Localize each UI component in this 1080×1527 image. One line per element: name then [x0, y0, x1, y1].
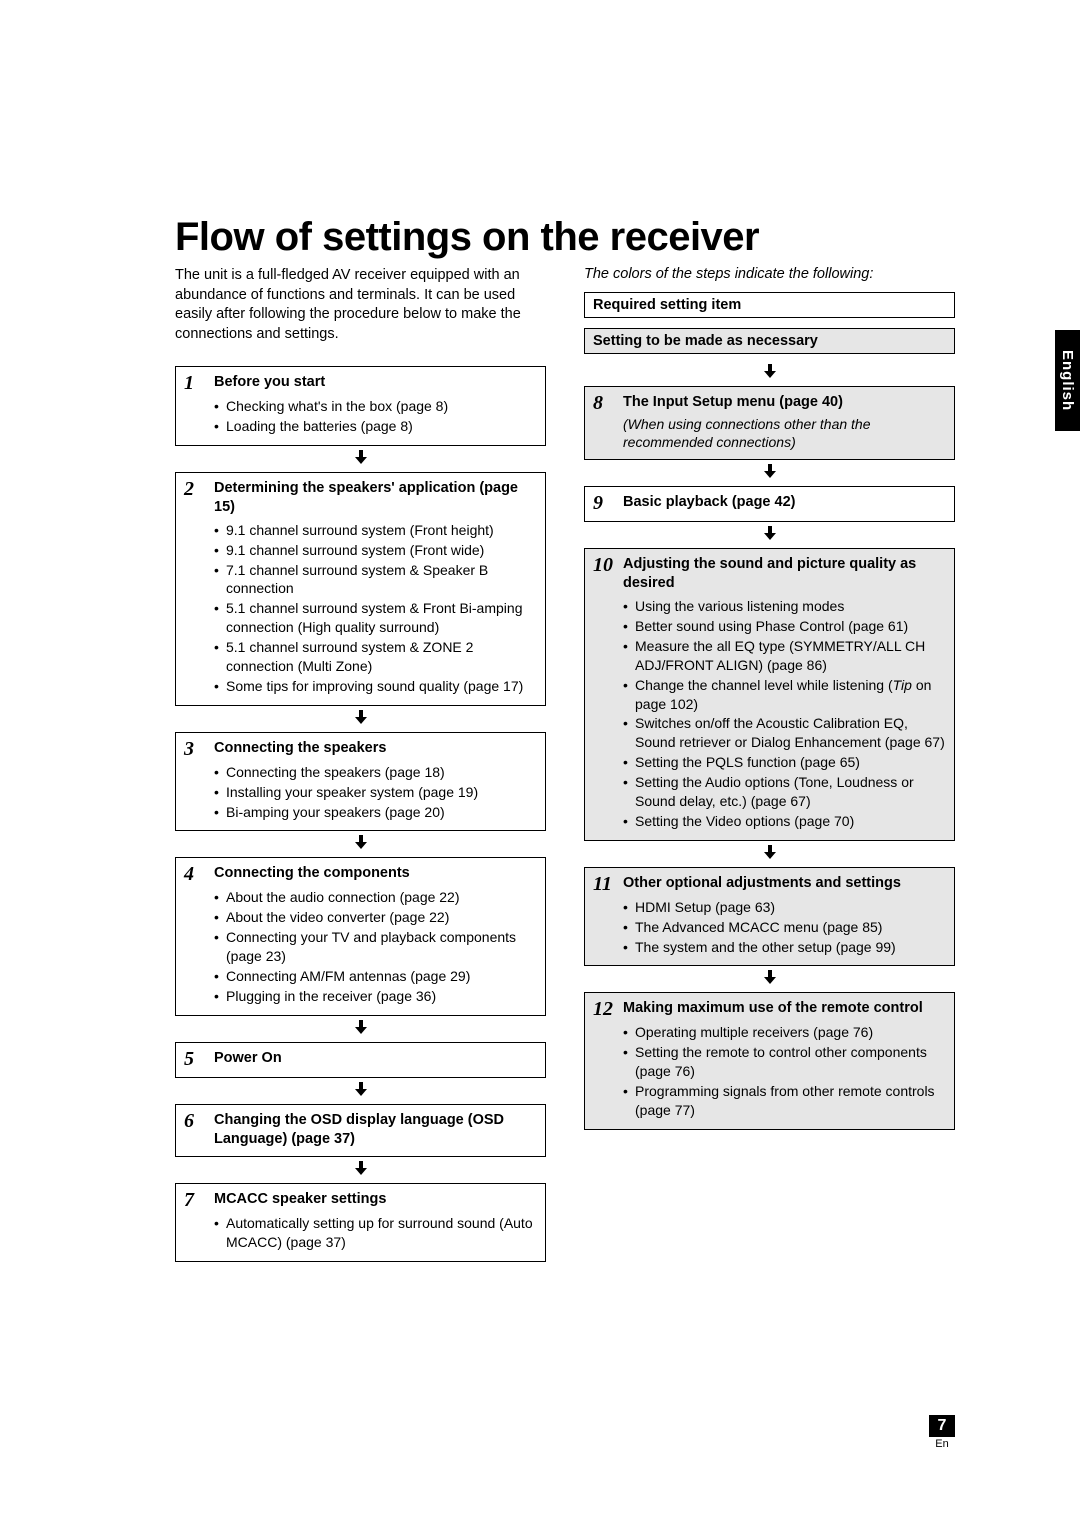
- list-item: Automatically setting up for surround so…: [214, 1214, 537, 1252]
- list-item: HDMI Setup (page 63): [623, 898, 946, 917]
- step-number: 6: [184, 1111, 204, 1131]
- list-item: Bi-amping your speakers (page 20): [214, 803, 537, 822]
- arrow-down-icon: [584, 526, 955, 544]
- step-number: 11: [593, 874, 613, 894]
- list-item: Using the various listening modes: [623, 597, 946, 616]
- list-item: Setting the Audio options (Tone, Loudnes…: [623, 773, 946, 811]
- list-item: Plugging in the receiver (page 36): [214, 987, 537, 1006]
- list-item: Setting the PQLS function (page 65): [623, 753, 946, 772]
- page-language-abbrev: En: [929, 1438, 955, 1450]
- arrow-down-icon: [175, 1082, 546, 1100]
- list-item: Some tips for improving sound quality (p…: [214, 677, 537, 696]
- list-item: Operating multiple receivers (page 76): [623, 1023, 946, 1042]
- step-11: 11 Other optional adjustments and setting…: [584, 867, 955, 967]
- step-note: (When using connections other than the r…: [623, 415, 946, 451]
- left-column: The unit is a full-fledged AV receiver e…: [175, 266, 546, 1262]
- page-number-box: 7 En: [929, 1415, 955, 1450]
- list-item: Better sound using Phase Control (page 6…: [623, 617, 946, 636]
- arrow-down-icon: [584, 970, 955, 988]
- list-item: Loading the batteries (page 8): [214, 417, 537, 436]
- step-title: Power On: [214, 1049, 282, 1068]
- step-bullets: About the audio connection (page 22)Abou…: [214, 888, 537, 1005]
- list-item: Installing your speaker system (page 19): [214, 783, 537, 802]
- step-title: The Input Setup menu (page 40): [623, 393, 843, 412]
- step-title: Connecting the speakers: [214, 739, 386, 758]
- step-bullets: Using the various listening modesBetter …: [623, 597, 946, 831]
- list-item: Connecting AM/FM antennas (page 29): [214, 967, 537, 986]
- arrow-down-icon: [175, 835, 546, 853]
- arrow-down-icon: [175, 1020, 546, 1038]
- step-number: 3: [184, 739, 204, 759]
- list-item: Setting the remote to control other comp…: [623, 1043, 946, 1081]
- list-item: 9.1 channel surround system (Front wide): [214, 541, 537, 560]
- list-item: Checking what's in the box (page 8): [214, 397, 537, 416]
- step-bullets: Connecting the speakers (page 18)Install…: [214, 763, 537, 822]
- list-item: 7.1 channel surround system & Speaker B …: [214, 561, 537, 599]
- list-item: 5.1 channel surround system & ZONE 2 con…: [214, 638, 537, 676]
- step-title: Adjusting the sound and picture quality …: [623, 555, 946, 593]
- list-item: Switches on/off the Acoustic Calibration…: [623, 714, 946, 752]
- step-number: 9: [593, 493, 613, 513]
- step-title: Changing the OSD display language (OSD L…: [214, 1111, 537, 1149]
- step-bullets: Checking what's in the box (page 8)Loadi…: [214, 397, 537, 436]
- step-8: 8 The Input Setup menu (page 40) (When usi…: [584, 386, 955, 460]
- step-number: 8: [593, 393, 613, 413]
- step-3: 3 Connecting the speakers Connecting the s…: [175, 732, 546, 832]
- step-title: Other optional adjustments and settings: [623, 874, 901, 893]
- step-number: 7: [184, 1190, 204, 1210]
- step-6: 6 Changing the OSD display language (OSD …: [175, 1104, 546, 1158]
- legend-optional: Setting to be made as necessary: [584, 328, 955, 354]
- list-item: About the video converter (page 22): [214, 908, 537, 927]
- list-item: Change the channel level while listening…: [623, 676, 946, 714]
- list-item: The system and the other setup (page 99): [623, 938, 946, 957]
- step-2: 2 Determining the speakers' application (…: [175, 472, 546, 706]
- step-9: 9 Basic playback (page 42): [584, 486, 955, 522]
- step-title: MCACC speaker settings: [214, 1190, 386, 1209]
- step-number: 4: [184, 864, 204, 884]
- step-number: 2: [184, 479, 204, 499]
- arrow-down-icon: [175, 1161, 546, 1179]
- list-item: The Advanced MCACC menu (page 85): [623, 918, 946, 937]
- list-item: Measure the all EQ type (SYMMETRY/ALL CH…: [623, 637, 946, 675]
- step-number: 5: [184, 1049, 204, 1069]
- step-number: 1: [184, 373, 204, 393]
- list-item: 5.1 channel surround system & Front Bi-a…: [214, 599, 537, 637]
- step-number: 12: [593, 999, 613, 1019]
- arrow-down-icon: [584, 845, 955, 863]
- list-item: Programming signals from other remote co…: [623, 1082, 946, 1120]
- step-7: 7 MCACC speaker settings Automatically set…: [175, 1183, 546, 1262]
- intro-paragraph: The unit is a full-fledged AV receiver e…: [175, 266, 546, 344]
- step-title: Making maximum use of the remote control: [623, 999, 923, 1018]
- step-bullets: 9.1 channel surround system (Front heigh…: [214, 521, 537, 696]
- step-number: 10: [593, 555, 613, 575]
- arrow-down-icon: [584, 364, 955, 382]
- arrow-down-icon: [175, 710, 546, 728]
- list-item: Setting the Video options (page 70): [623, 812, 946, 831]
- list-item: About the audio connection (page 22): [214, 888, 537, 907]
- legend-intro: The colors of the steps indicate the fol…: [584, 266, 955, 282]
- arrow-down-icon: [584, 464, 955, 482]
- step-title: Before you start: [214, 373, 325, 392]
- language-side-tab: English: [1055, 330, 1080, 431]
- legend-required: Required setting item: [584, 292, 955, 318]
- step-bullets: HDMI Setup (page 63)The Advanced MCACC m…: [623, 898, 946, 957]
- step-bullets: Operating multiple receivers (page 76)Se…: [623, 1023, 946, 1119]
- step-1: 1 Before you start Checking what's in the …: [175, 366, 546, 446]
- list-item: 9.1 channel surround system (Front heigh…: [214, 521, 537, 540]
- page-title: Flow of settings on the receiver: [175, 215, 955, 260]
- right-column: The colors of the steps indicate the fol…: [584, 266, 955, 1262]
- step-title: Connecting the components: [214, 864, 410, 883]
- step-12: 12 Making maximum use of the remote contr…: [584, 992, 955, 1129]
- step-bullets: Automatically setting up for surround so…: [214, 1214, 537, 1252]
- step-title: Determining the speakers' application (p…: [214, 479, 537, 517]
- step-title: Basic playback (page 42): [623, 493, 795, 512]
- list-item: Connecting the speakers (page 18): [214, 763, 537, 782]
- arrow-down-icon: [175, 450, 546, 468]
- page-number: 7: [929, 1415, 955, 1437]
- step-10: 10 Adjusting the sound and picture qualit…: [584, 548, 955, 840]
- step-4: 4 Connecting the components About the audi…: [175, 857, 546, 1015]
- step-5: 5 Power On: [175, 1042, 546, 1078]
- page-content: Flow of settings on the receiver The uni…: [175, 215, 955, 1262]
- list-item: Connecting your TV and playback componen…: [214, 928, 537, 966]
